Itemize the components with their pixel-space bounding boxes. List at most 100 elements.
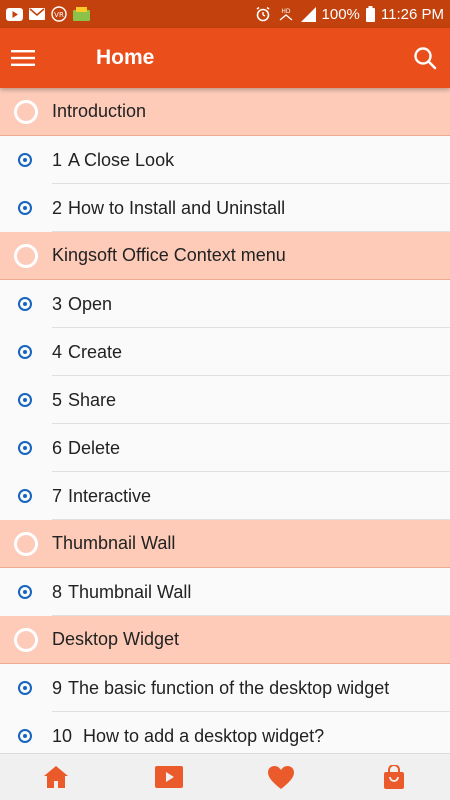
section-header[interactable]: Thumbnail Wall xyxy=(0,520,450,568)
radio-dot-icon xyxy=(18,729,32,743)
section-header[interactable]: Desktop Widget xyxy=(0,616,450,664)
lesson-number: 6 xyxy=(52,437,63,458)
youtube-icon xyxy=(6,7,23,21)
lesson-number: 7 xyxy=(52,485,63,506)
lesson-number: 5 xyxy=(52,389,63,410)
row-marker xyxy=(0,472,52,520)
row-marker xyxy=(0,376,52,424)
circle-outline-icon xyxy=(14,99,38,124)
lesson-label: Thumbnail Wall xyxy=(52,533,176,553)
section-title: Introduction xyxy=(52,101,146,122)
section-header[interactable]: Introduction xyxy=(0,88,450,136)
lesson-label: Thumbnail Wall xyxy=(68,581,192,602)
circle-outline-icon xyxy=(14,531,38,556)
hd-icon: HD xyxy=(277,6,295,22)
lesson-title: 2 How to Install and Uninstall xyxy=(52,198,285,219)
radio-dot-icon xyxy=(18,345,32,359)
lesson-label: Delete xyxy=(68,437,121,458)
lesson-title: 1A Close Look xyxy=(52,150,174,171)
lesson-label: How to add a desktop widget? xyxy=(78,725,325,746)
video-icon[interactable] xyxy=(139,754,199,800)
battery-icon xyxy=(365,6,375,22)
row-marker xyxy=(0,328,52,376)
svg-text:VR: VR xyxy=(54,11,64,19)
lesson-label: Kingsoft Office Context menu xyxy=(52,245,286,265)
lesson-item[interactable]: 10 How to add a desktop widget? xyxy=(0,712,450,753)
mail-icon xyxy=(29,8,45,20)
row-marker xyxy=(0,712,52,753)
bottom-nav xyxy=(0,753,450,800)
alarm-icon xyxy=(255,6,271,22)
battery-level: 100% xyxy=(321,5,360,23)
radio-dot-icon xyxy=(18,585,32,599)
lesson-list: Introduction 1 A Close Look 2 How to Install… xyxy=(0,88,450,753)
lesson-item[interactable]: 4 Create xyxy=(0,328,450,376)
lesson-item[interactable]: 6 Delete xyxy=(0,424,450,472)
radio-dot-icon xyxy=(18,153,32,167)
row-marker xyxy=(0,568,52,616)
lesson-label: Introduction xyxy=(52,101,147,121)
radio-dot-icon xyxy=(18,393,32,407)
radio-dot-icon xyxy=(18,297,32,311)
status-bar: VR HD 100% 11:26 PM xyxy=(0,0,450,28)
lesson-item[interactable]: 9 The basic function of the desktop widge… xyxy=(0,664,450,712)
section-title: Desktop Widget xyxy=(52,629,179,650)
lesson-number: 10 xyxy=(52,725,73,746)
lesson-title: 7 Interactive xyxy=(52,486,151,507)
lesson-number: 9 xyxy=(52,677,63,698)
lesson-item[interactable]: 5 Share xyxy=(0,376,450,424)
svg-text:HD: HD xyxy=(281,8,291,15)
lesson-title: 9 The basic function of the desktop widge… xyxy=(52,678,389,699)
lesson-label: Share xyxy=(68,389,117,410)
section-title: Thumbnail Wall xyxy=(52,533,175,554)
lesson-number: 2 xyxy=(52,197,63,218)
lesson-label: How to Install and Uninstall xyxy=(68,197,286,218)
row-marker xyxy=(0,88,52,136)
shopping-bag-icon[interactable] xyxy=(364,754,424,800)
row-marker xyxy=(0,136,52,184)
lesson-item[interactable]: 7 Interactive xyxy=(0,472,450,520)
row-marker xyxy=(0,280,52,328)
section-header[interactable]: Kingsoft Office Context menu xyxy=(0,232,450,280)
lesson-label: Interactive xyxy=(68,485,152,506)
circle-outline-icon xyxy=(14,627,38,652)
hamburger-menu-icon[interactable] xyxy=(0,28,46,88)
row-marker xyxy=(0,184,52,232)
lesson-item[interactable]: 3 Open xyxy=(0,280,450,328)
search-icon[interactable] xyxy=(400,28,450,88)
radio-dot-icon xyxy=(18,201,32,215)
row-marker xyxy=(0,520,52,568)
lesson-title: 5 Share xyxy=(52,390,116,411)
page-title: Home xyxy=(96,46,155,69)
home-icon[interactable] xyxy=(26,754,86,800)
lesson-number: 4 xyxy=(52,341,63,362)
radio-dot-icon xyxy=(18,441,32,455)
lesson-label: Create xyxy=(68,341,123,362)
lesson-label: Desktop Widget xyxy=(52,629,180,649)
app-bar: Home xyxy=(0,28,450,88)
lesson-number: 1 xyxy=(52,149,63,170)
lesson-number: 8 xyxy=(52,581,63,602)
lesson-title: 10 How to add a desktop widget? xyxy=(52,726,324,747)
lesson-title: 4 Create xyxy=(52,342,122,363)
lesson-number: 3 xyxy=(52,293,63,314)
lesson-title: 3 Open xyxy=(52,294,112,315)
lesson-item[interactable]: 2 How to Install and Uninstall xyxy=(0,184,450,232)
lesson-label: A Close Look xyxy=(68,149,175,170)
row-marker xyxy=(0,424,52,472)
heart-icon[interactable] xyxy=(251,754,311,800)
radio-dot-icon xyxy=(18,681,32,695)
lesson-item[interactable]: 1A Close Look xyxy=(0,136,450,184)
lesson-label: The basic function of the desktop widget xyxy=(68,677,390,698)
row-marker xyxy=(0,616,52,664)
signal-icon xyxy=(300,6,316,22)
vpn-icon: VR xyxy=(51,6,67,22)
row-marker xyxy=(0,664,52,712)
clock: 11:26 PM xyxy=(380,5,444,23)
radio-dot-icon xyxy=(18,489,32,503)
row-marker xyxy=(0,232,52,280)
lesson-item[interactable]: 8 Thumbnail Wall xyxy=(0,568,450,616)
circle-outline-icon xyxy=(14,243,38,268)
lesson-title: 6 Delete xyxy=(52,438,120,459)
app-icon xyxy=(73,6,90,22)
